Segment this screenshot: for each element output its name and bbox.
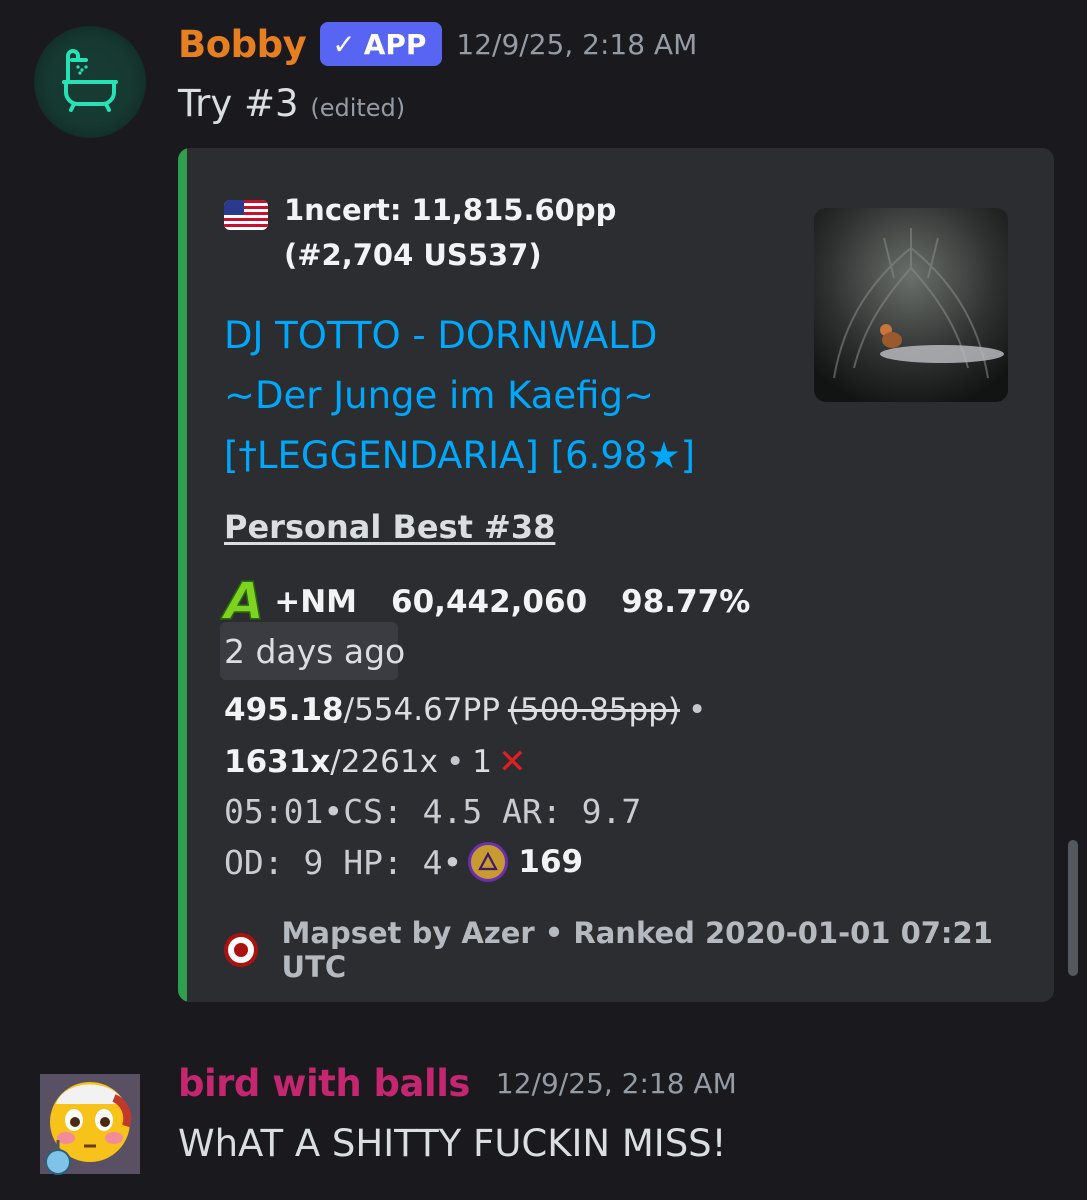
mods: +NM	[274, 584, 358, 620]
message-text: Try #3 (edited)	[178, 82, 405, 125]
map-background-thumbnail[interactable]	[814, 208, 1008, 402]
pp-old: (500.85pp)	[507, 692, 680, 728]
bobby-avatar[interactable]	[34, 26, 146, 138]
medal-icon	[468, 842, 509, 882]
check-icon: ✓	[332, 27, 356, 61]
relative-time[interactable]: 2 days ago	[224, 632, 405, 671]
separator: •	[445, 744, 465, 780]
embed-title[interactable]: DJ TOTTO - DORNWALD ~Der Junge im Kaefig…	[224, 306, 764, 486]
stats-line-1: 05:01•CS: 4.5 AR: 9.7	[224, 792, 642, 831]
us-flag-icon	[224, 200, 268, 230]
pp-max: /554.67PP	[343, 692, 500, 728]
message-content: Try #3	[178, 82, 299, 125]
separator: •	[687, 692, 707, 728]
author-name[interactable]: bird with balls	[178, 1062, 470, 1105]
pp-line: 495.18 /554.67PP (500.85pp) •	[224, 692, 714, 728]
embed-accent-bar	[178, 148, 187, 1002]
message-text: WhAT A SHITTY FUCKIN MISS!	[178, 1122, 727, 1165]
stats-text: OD: 9 HP: 4•	[224, 842, 463, 882]
title-line-1[interactable]: DJ TOTTO - DORNWALD	[224, 306, 764, 366]
score-line: A +NM 60,442,060 98.77%	[223, 572, 751, 632]
accuracy: 98.77%	[621, 584, 751, 620]
combo: 1631x	[224, 744, 331, 780]
app-badge: ✓ APP	[320, 22, 443, 66]
edited-label: (edited)	[310, 94, 406, 122]
embed-footer: Mapset by Azer • Ranked 2020-01-01 07:21…	[224, 916, 1054, 984]
combo-max: /2261x	[330, 744, 438, 780]
field-name: Personal Best #38	[224, 508, 556, 546]
scrollbar-thumb[interactable]	[1068, 840, 1078, 976]
flushed-emoji-avatar	[40, 1074, 140, 1175]
bird-avatar[interactable]	[34, 1068, 146, 1180]
embed-author[interactable]: 1ncert: 11,815.60pp (#2,704 US537)	[224, 193, 704, 278]
medal-count: 169	[518, 844, 584, 880]
score: 60,442,060	[391, 584, 588, 620]
footer-text: Mapset by Azer • Ranked 2020-01-01 07:21…	[281, 916, 993, 984]
red-x-icon: ✕	[498, 742, 527, 782]
score-embed: 1ncert: 11,815.60pp (#2,704 US537) DJ TO…	[178, 148, 1054, 1002]
miss-count: 1	[472, 744, 492, 780]
pp-value: 495.18	[224, 692, 344, 728]
badge-label: APP	[363, 27, 427, 61]
timestamp[interactable]: 12/9/25, 2:18 AM	[496, 1067, 737, 1100]
author-name[interactable]: Bobby	[178, 23, 307, 66]
timestamp[interactable]: 12/9/25, 2:18 AM	[456, 28, 697, 61]
title-line-3[interactable]: [†LEGGENDARIA] [6.98★]	[224, 426, 764, 486]
stats-line-2: OD: 9 HP: 4• 169	[224, 842, 583, 882]
embed-author-text[interactable]: 1ncert: 11,815.60pp (#2,704 US537)	[284, 188, 704, 278]
bathtub-icon	[62, 49, 118, 112]
grade-a-icon: A	[223, 572, 265, 632]
combo-line: 1631x /2261x • 1 ✕	[224, 742, 527, 782]
title-line-2[interactable]: ~Der Junge im Kaefig~	[224, 366, 764, 426]
osu-logo-icon	[224, 933, 258, 967]
